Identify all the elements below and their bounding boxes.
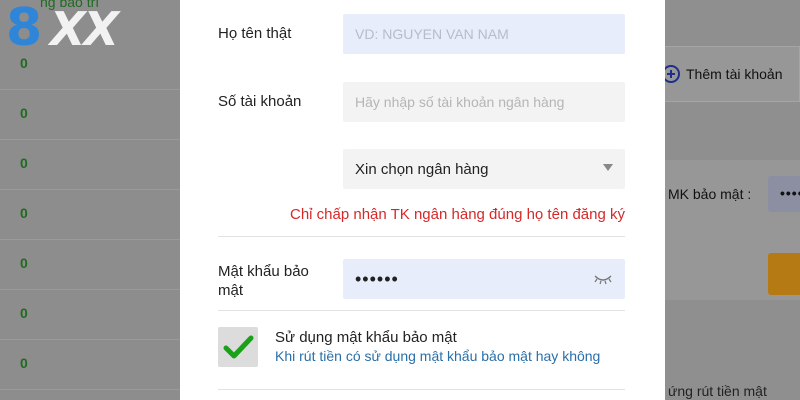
name-match-notice: Chỉ chấp nhận TK ngân hàng đúng họ tên đ…	[290, 206, 625, 223]
security-password-value: ••••••	[355, 269, 399, 289]
background-submit-button[interactable]	[768, 253, 800, 295]
account-number-placeholder: Hãy nhập số tài khoản ngân hàng	[355, 94, 565, 110]
use-security-password-title: Sử dụng mật khẩu bảo mật	[275, 329, 457, 346]
full-name-label: Họ tên thật	[218, 25, 292, 42]
security-password-label-line1: Mật khẩu bảo	[218, 263, 309, 280]
security-password-input[interactable]: ••••••	[343, 259, 625, 299]
background-row-value: 0	[20, 155, 28, 171]
divider	[218, 389, 625, 390]
account-number-label: Số tài khoản	[218, 93, 302, 110]
brand-logo: 8 XX	[6, 2, 156, 57]
logo-digit: 8	[6, 0, 43, 58]
bank-select[interactable]: Xin chọn ngân hàng	[343, 149, 625, 189]
full-name-placeholder: VD: NGUYEN VAN NAM	[355, 26, 509, 42]
background-row-value: 0	[20, 305, 28, 321]
background-row: 0	[0, 340, 180, 390]
background-row: 0	[0, 140, 180, 190]
background-row-value: 0	[20, 205, 28, 221]
background-security-password-input[interactable]: ••••	[768, 176, 800, 212]
add-account-button[interactable]: Thêm tài khoản	[655, 46, 800, 102]
background-row: 0	[0, 90, 180, 140]
use-security-password-checkbox[interactable]	[218, 327, 258, 367]
eye-closed-icon[interactable]	[593, 272, 613, 286]
background-row-value: 0	[20, 355, 28, 371]
background-row: 0	[0, 240, 180, 290]
bank-select-value: Xin chọn ngân hàng	[355, 160, 489, 178]
background-row-value: 0	[20, 105, 28, 121]
background-left-panel: ng bảo trì 0 0 0 0 0 0 0	[0, 0, 180, 400]
divider	[218, 236, 625, 237]
background-row: 0	[0, 190, 180, 240]
security-password-label: Mật khẩu bảo mật	[218, 262, 309, 300]
security-password-label-line2: mật	[218, 282, 244, 299]
background-row: 0	[0, 290, 180, 340]
add-account-label: Thêm tài khoản	[686, 66, 783, 82]
background-bottom-text: ứng rút tiền mật	[668, 383, 767, 399]
background-row-value: 0	[20, 255, 28, 271]
account-number-input[interactable]: Hãy nhập số tài khoản ngân hàng	[343, 82, 625, 122]
full-name-input[interactable]: VD: NGUYEN VAN NAM	[343, 14, 625, 54]
add-bank-account-modal: Họ tên thật VD: NGUYEN VAN NAM Số tài kh…	[180, 0, 665, 400]
logo-letters: XX	[50, 2, 119, 56]
use-security-password-subtitle: Khi rút tiền có sử dụng mật khẩu bảo mật…	[275, 348, 601, 364]
background-security-password-label: MK bảo mật :	[668, 186, 752, 202]
divider	[218, 310, 625, 311]
dropdown-caret-icon	[603, 164, 613, 171]
checkmark-icon	[223, 335, 254, 359]
